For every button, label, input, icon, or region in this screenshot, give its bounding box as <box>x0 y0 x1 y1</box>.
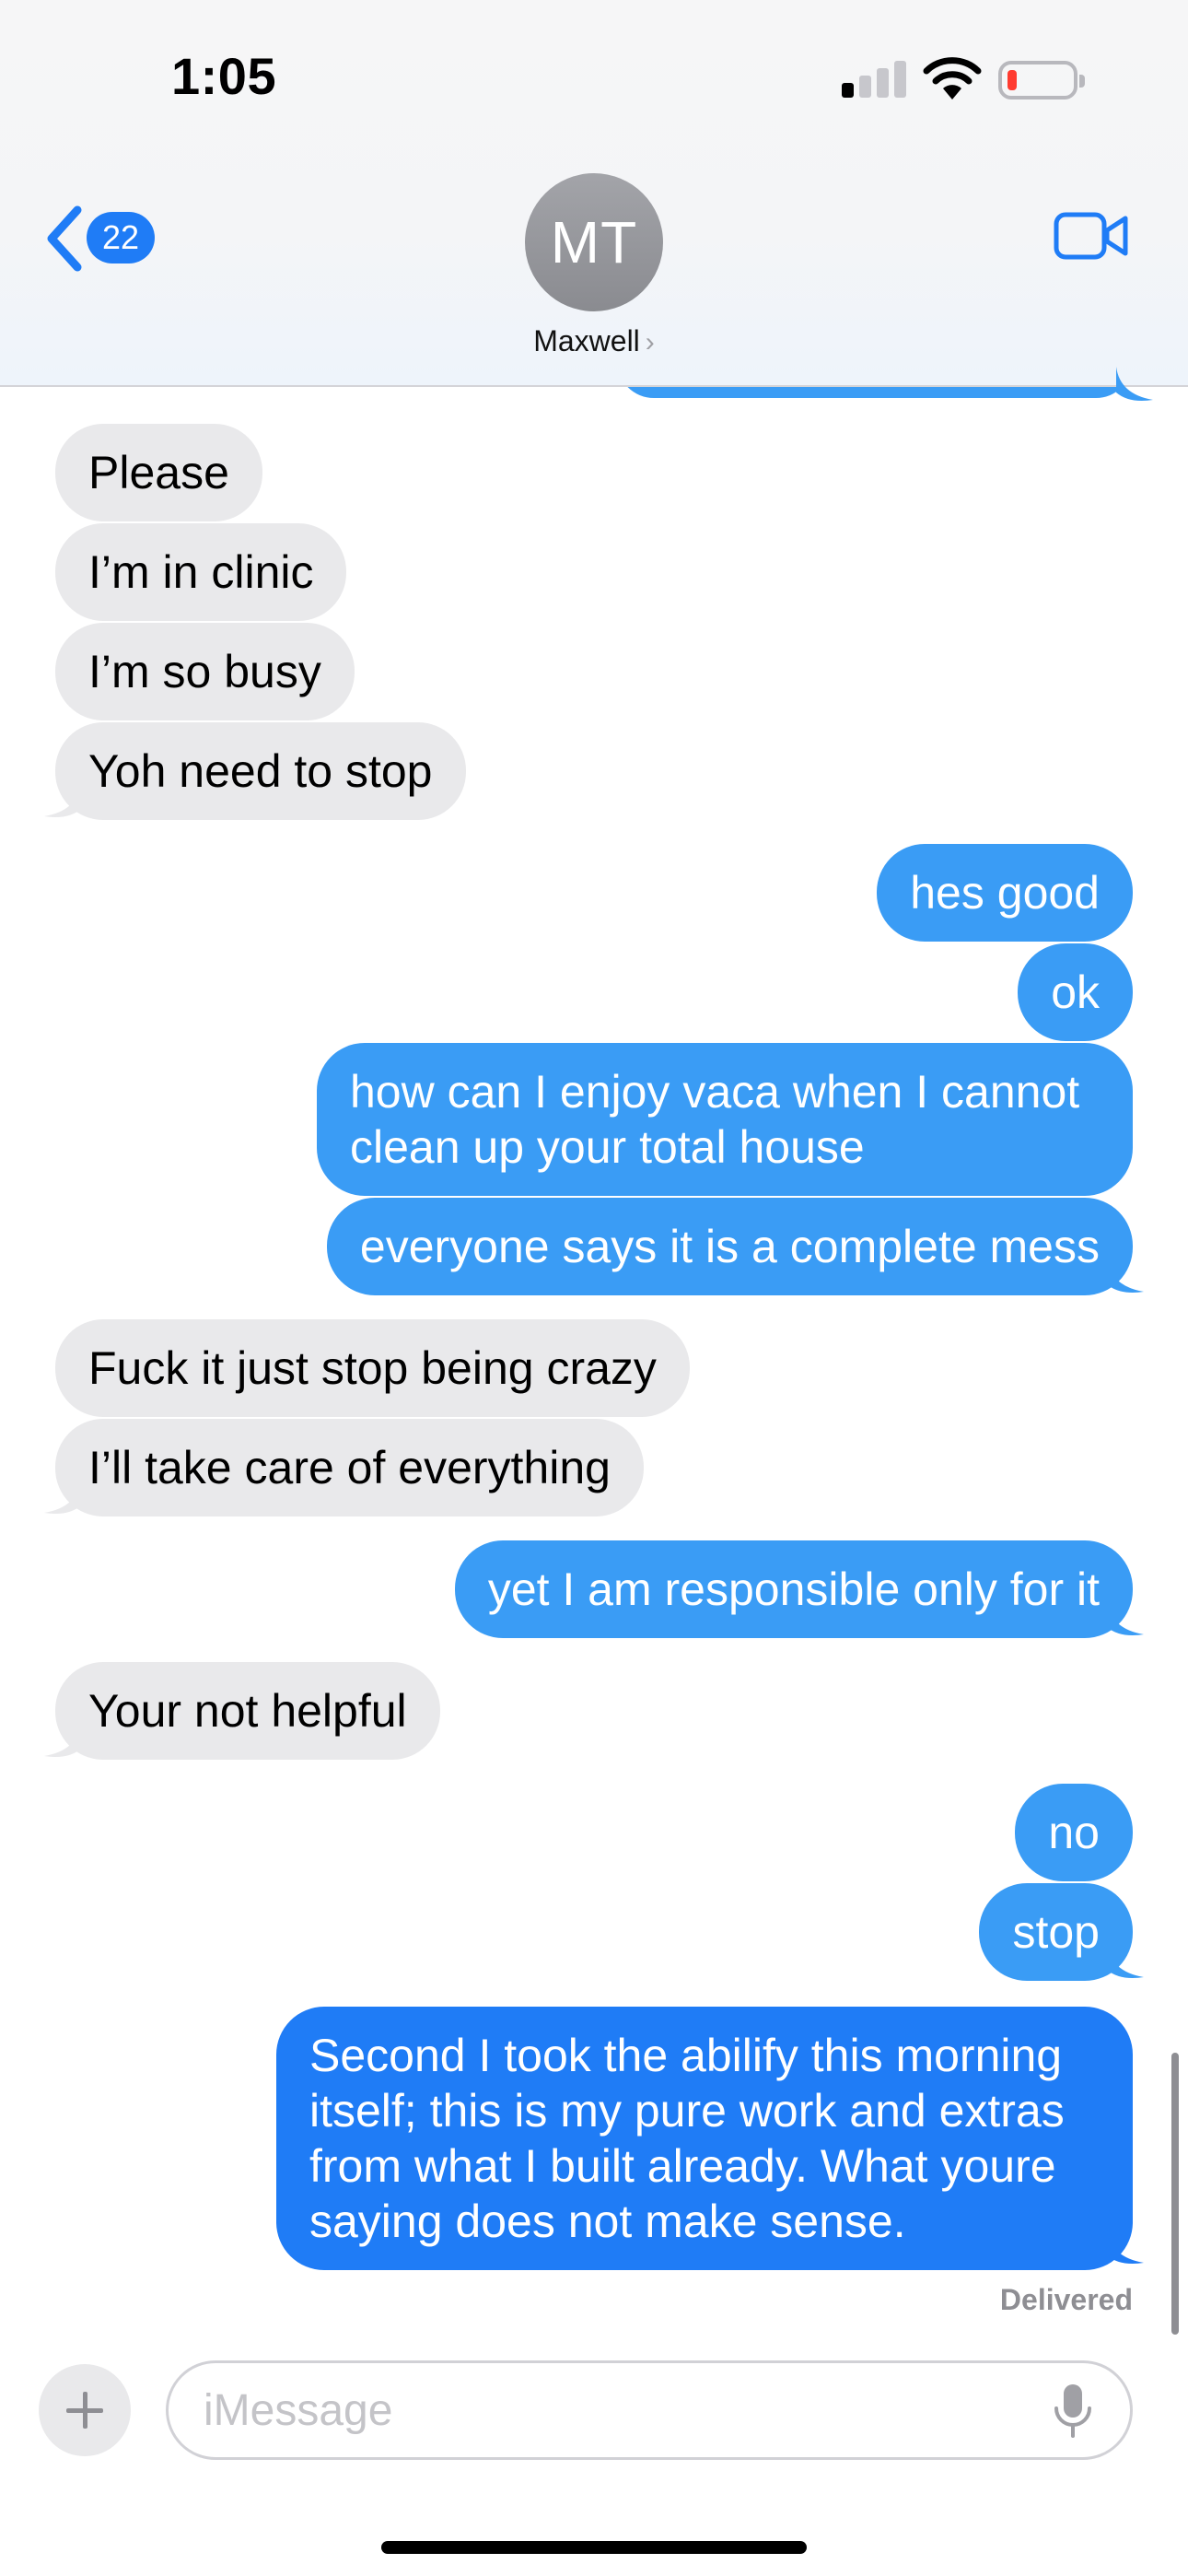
incoming-message-bubble[interactable]: Your not helpful <box>55 1662 440 1760</box>
outgoing-message-bubble[interactable]: yet I am responsible only for it <box>454 1540 1133 1638</box>
imessage-input[interactable] <box>166 2360 1133 2460</box>
contact-avatar[interactable]: MT <box>525 173 663 311</box>
conversation-header: 1:05 22 MT Maxwell › <box>0 0 1188 387</box>
incoming-message-bubble[interactable]: I’m in clinic <box>55 523 347 621</box>
bubble-tail <box>1107 1944 1144 1978</box>
outgoing-message-bubble[interactable]: Second I took the abilify this morning i… <box>276 2007 1133 2270</box>
contact-name-button[interactable]: Maxwell › <box>0 324 1188 358</box>
bubble-tail <box>44 1480 81 1514</box>
video-camera-icon[interactable] <box>1054 210 1129 262</box>
bubble-tail <box>44 1723 81 1757</box>
contact-name: Maxwell <box>533 324 640 357</box>
battery-level <box>1007 70 1017 90</box>
outgoing-message-bubble[interactable]: everyone says it is a complete mess <box>326 1198 1133 1295</box>
incoming-message-bubble[interactable]: I’ll take care of everything <box>55 1419 644 1516</box>
add-attachment-button[interactable] <box>39 2364 131 2456</box>
outgoing-message-bubble[interactable]: no <box>1015 1784 1133 1881</box>
unread-count-badge[interactable]: 22 <box>87 212 155 263</box>
delivery-status: Delivered <box>999 2283 1133 2316</box>
outgoing-message-bubble[interactable]: how can I enjoy vaca when I cannot clean… <box>317 1043 1133 1196</box>
chevron-right-icon: › <box>645 327 655 357</box>
outgoing-message-bubble[interactable]: ok <box>1018 943 1133 1041</box>
incoming-message-bubble[interactable]: Please <box>55 424 262 521</box>
battery-icon <box>998 61 1085 100</box>
scrollbar[interactable] <box>1171 2053 1179 2335</box>
incoming-message-bubble[interactable]: I’m so busy <box>55 623 355 720</box>
home-indicator[interactable] <box>381 2541 807 2554</box>
bubble-tail <box>1116 367 1153 401</box>
bubble-tail <box>44 783 81 817</box>
incoming-message-bubble[interactable]: Fuck it just stop being crazy <box>55 1319 690 1417</box>
bubble-tail <box>1107 1259 1144 1293</box>
microphone-icon[interactable] <box>1052 2383 1094 2440</box>
cellular-signal-icon <box>842 61 906 98</box>
back-chevron-icon[interactable] <box>42 205 87 273</box>
incoming-message-bubble[interactable]: Yoh need to stop <box>55 722 466 820</box>
outgoing-message-bubble[interactable]: hes good <box>877 844 1133 942</box>
status-time: 1:05 <box>171 47 277 105</box>
wifi-icon <box>923 57 982 100</box>
bubble-tail <box>1107 2230 1144 2264</box>
bubble-tail <box>1107 1601 1144 1635</box>
